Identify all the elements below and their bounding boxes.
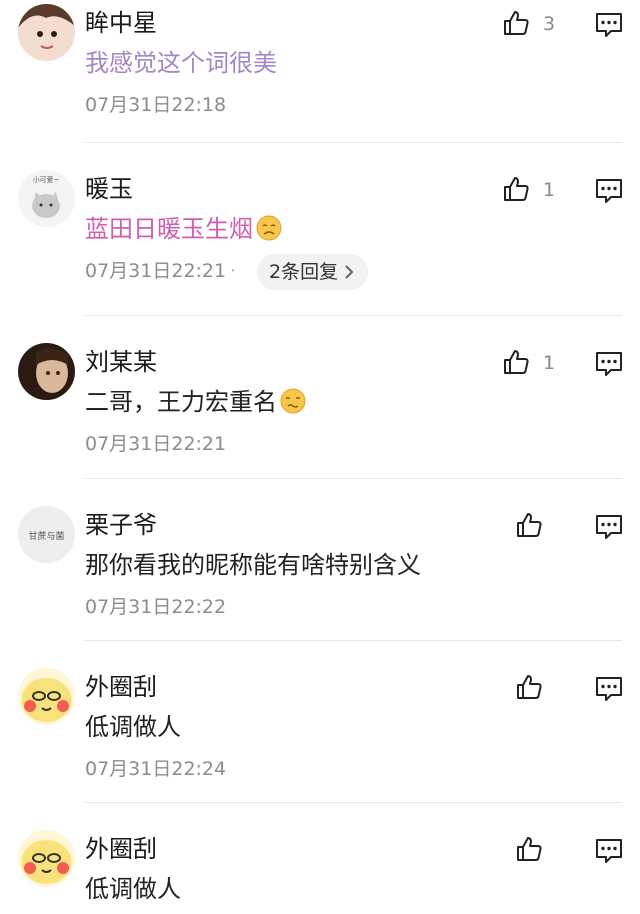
chevron-right-icon xyxy=(344,254,354,290)
replies-label: 2条回复 xyxy=(269,261,339,283)
comment-item: 外圈刮 低调做人 xyxy=(0,826,640,914)
comment-text-content: 蓝田日暖玉生烟 xyxy=(85,215,253,243)
comment-text: 低调做人 xyxy=(85,713,181,741)
duck-avatar-icon xyxy=(18,830,75,887)
comment-item: 眸中星 我感觉这个词很美 07月31日22:18 3 xyxy=(0,0,640,140)
comment-text: 那你看我的昵称能有啥特别含义 xyxy=(85,551,421,579)
separator-dot: · xyxy=(230,260,237,282)
text-logo-avatar-icon: 甘蔗与菌 xyxy=(18,506,75,563)
comment-text: 二哥，王力宏重名 xyxy=(85,386,307,418)
dizzy-face-emoji-icon xyxy=(280,388,306,414)
comment-author[interactable]: 刘某某 xyxy=(85,347,157,377)
comment-text: 蓝田日暖玉生烟 xyxy=(85,213,283,245)
avatar-caption: 甘蔗与菌 xyxy=(28,530,64,542)
child-avatar-icon xyxy=(18,4,75,61)
comment-text: 低调做人 xyxy=(85,875,181,903)
avatar[interactable] xyxy=(18,4,75,61)
like-count: 3 xyxy=(543,13,556,35)
comment-author[interactable]: 暖玉 xyxy=(85,174,133,204)
thumbs-up-icon[interactable] xyxy=(514,834,544,864)
comment-time: 07月31日22:18 xyxy=(85,94,227,116)
duck-avatar-icon xyxy=(18,668,75,725)
divider xyxy=(85,478,622,479)
comment-author[interactable]: 外圈刮 xyxy=(85,672,157,702)
comment-author[interactable]: 外圈刮 xyxy=(85,834,157,864)
avatar-caption: 小可爱~ xyxy=(33,175,60,184)
comment-bubble-icon[interactable] xyxy=(594,512,624,542)
comment-bubble-icon[interactable] xyxy=(594,349,624,379)
divider xyxy=(85,802,622,803)
comment-author[interactable]: 栗子爷 xyxy=(85,510,157,540)
thumbs-up-icon[interactable] xyxy=(501,347,531,377)
comment-time: 07月31日22:22 xyxy=(85,596,227,618)
comment-bubble-icon[interactable] xyxy=(594,10,624,40)
divider xyxy=(85,142,622,143)
comment-time: 07月31日22:21 xyxy=(85,433,227,455)
comment-time: 07月31日22:21 · xyxy=(85,258,236,284)
avatar[interactable]: 小可爱~ xyxy=(18,170,75,227)
comment-time: 07月31日22:24 xyxy=(85,758,227,780)
photo-avatar-icon xyxy=(18,343,75,400)
comment-text: 我感觉这个词很美 xyxy=(85,49,277,77)
cat-avatar-icon: 小可爱~ xyxy=(18,170,75,227)
comment-bubble-icon[interactable] xyxy=(594,674,624,704)
thumbs-up-icon[interactable] xyxy=(501,174,531,204)
comment-bubble-icon[interactable] xyxy=(594,836,624,866)
comment-text-content: 二哥，王力宏重名 xyxy=(85,388,277,416)
thumbs-up-icon[interactable] xyxy=(514,672,544,702)
comment-bubble-icon[interactable] xyxy=(594,176,624,206)
avatar[interactable]: 甘蔗与菌 xyxy=(18,506,75,563)
sad-face-emoji-icon xyxy=(256,215,282,241)
comment-item: 刘某某 二哥，王力宏重名 07月31日22:21 1 xyxy=(0,339,640,479)
divider xyxy=(85,640,622,641)
comment-item: 小可爱~ 暖玉 蓝田日暖玉生烟 07月31日22:21 · 2条回复 1 xyxy=(0,166,640,316)
thumbs-up-icon[interactable] xyxy=(501,8,531,38)
like-count: 1 xyxy=(543,179,556,201)
comment-time-value: 07月31日22:21 xyxy=(85,260,227,282)
avatar[interactable] xyxy=(18,668,75,725)
comment-author[interactable]: 眸中星 xyxy=(85,8,157,38)
avatar[interactable] xyxy=(18,830,75,887)
thumbs-up-icon[interactable] xyxy=(514,510,544,540)
comment-item: 外圈刮 低调做人 07月31日22:24 xyxy=(0,664,640,804)
divider xyxy=(85,315,622,316)
comment-item: 甘蔗与菌 栗子爷 那你看我的昵称能有啥特别含义 07月31日22:22 xyxy=(0,502,640,642)
avatar[interactable] xyxy=(18,343,75,400)
like-count: 1 xyxy=(543,352,556,374)
view-replies-button[interactable]: 2条回复 xyxy=(257,254,369,290)
